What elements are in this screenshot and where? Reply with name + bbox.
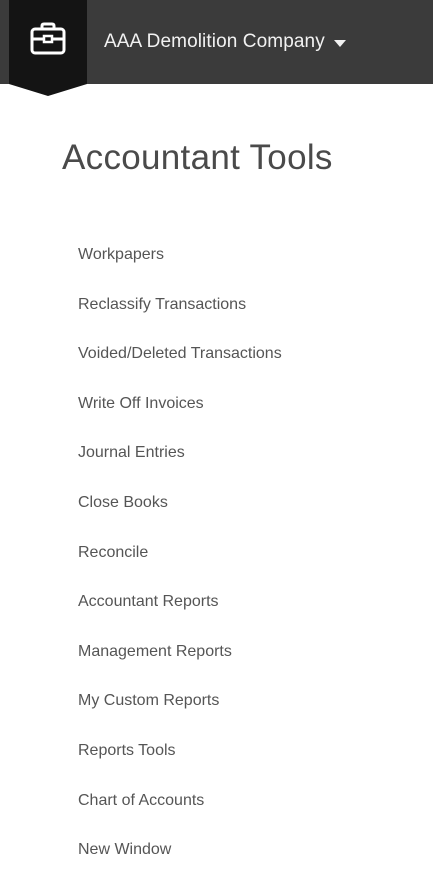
menu-item-management-reports[interactable]: Management Reports: [78, 627, 282, 677]
menu-item-chart-of-accounts[interactable]: Chart of Accounts: [78, 776, 282, 826]
menu-item-reclassify-transactions[interactable]: Reclassify Transactions: [78, 280, 282, 330]
menu-item-voided-deleted-transactions[interactable]: Voided/Deleted Transactions: [78, 329, 282, 379]
page-title: Accountant Tools: [62, 138, 333, 177]
company-name: AAA Demolition Company: [104, 31, 325, 52]
menu-item-write-off-invoices[interactable]: Write Off Invoices: [78, 379, 282, 429]
briefcase-icon: [30, 22, 66, 55]
caret-down-icon: [333, 39, 346, 47]
accountant-tools-tab[interactable]: [9, 0, 87, 96]
menu-item-journal-entries[interactable]: Journal Entries: [78, 428, 282, 478]
company-switcher[interactable]: AAA Demolition Company: [88, 0, 433, 84]
accountant-tools-menu: Workpapers Reclassify Transactions Voide…: [78, 230, 282, 875]
menu-item-reports-tools[interactable]: Reports Tools: [78, 726, 282, 776]
menu-item-new-window[interactable]: New Window: [78, 825, 282, 875]
menu-item-my-custom-reports[interactable]: My Custom Reports: [78, 676, 282, 726]
menu-item-accountant-reports[interactable]: Accountant Reports: [78, 577, 282, 627]
menu-item-workpapers[interactable]: Workpapers: [78, 230, 282, 280]
menu-item-reconcile[interactable]: Reconcile: [78, 528, 282, 578]
menu-item-close-books[interactable]: Close Books: [78, 478, 282, 528]
